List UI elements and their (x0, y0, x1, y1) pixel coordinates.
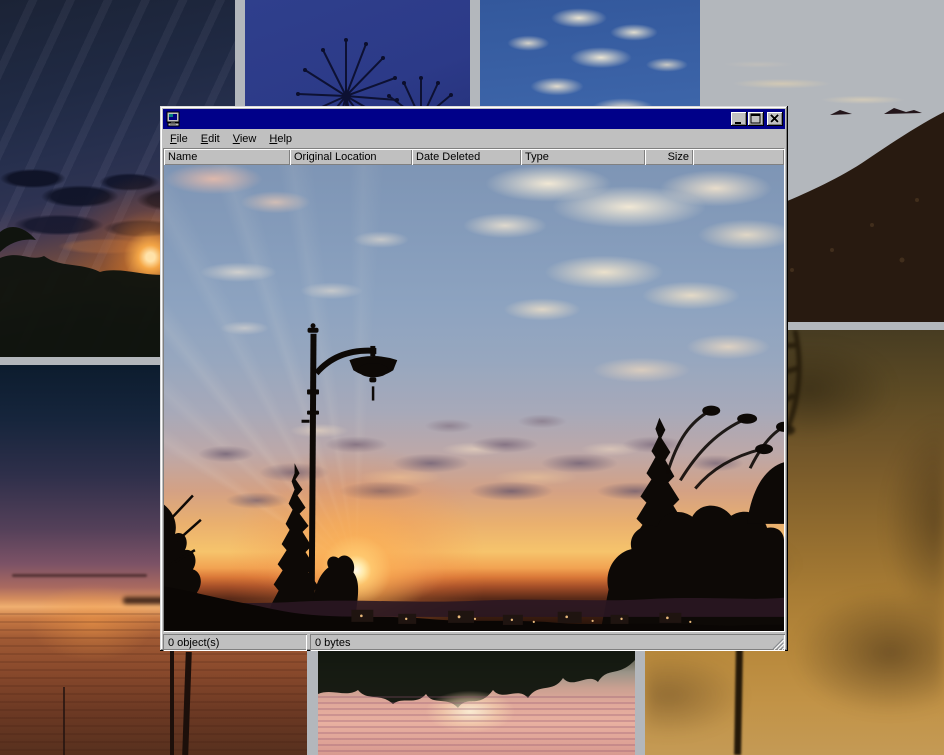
close-button[interactable] (767, 112, 783, 126)
status-object-count: 0 object(s) (163, 634, 307, 651)
column-header-type[interactable]: Type (521, 149, 645, 165)
column-header-name[interactable]: Name (164, 149, 290, 165)
column-header-date-deleted[interactable]: Date Deleted (412, 149, 521, 165)
column-header-filler (693, 149, 784, 165)
minimize-button[interactable] (731, 112, 747, 126)
column-headers: Name Original Location Date Deleted Type… (164, 149, 784, 165)
status-total-size: 0 bytes (310, 634, 785, 651)
pole-silhouette (170, 648, 174, 755)
menu-view[interactable]: View (227, 131, 264, 148)
maximize-button[interactable] (748, 112, 764, 126)
column-header-size[interactable]: Size (645, 149, 693, 165)
menu-bar: File Edit View Help (163, 130, 785, 148)
desktop: { "window": { "title": "", "app_icon": "… (0, 0, 944, 755)
menu-help[interactable]: Help (263, 131, 299, 148)
photo-silhouettes (164, 165, 784, 631)
menu-edit[interactable]: Edit (195, 131, 227, 148)
computer-icon[interactable] (165, 111, 181, 127)
pole-silhouette (63, 687, 65, 755)
list-view: Name Original Location Date Deleted Type… (163, 148, 785, 632)
menu-file[interactable]: File (164, 131, 195, 148)
resize-grip[interactable] (771, 637, 784, 650)
cloud-streak (12, 574, 147, 577)
titlebar[interactable] (163, 109, 785, 129)
pink-ripples (318, 692, 635, 755)
status-bar: 0 object(s) 0 bytes (163, 634, 785, 651)
recycle-bin-window: File Edit View Help Name Original Locati… (160, 106, 788, 651)
column-header-original-location[interactable]: Original Location (290, 149, 412, 165)
list-area-sunset-photo[interactable] (164, 165, 784, 631)
